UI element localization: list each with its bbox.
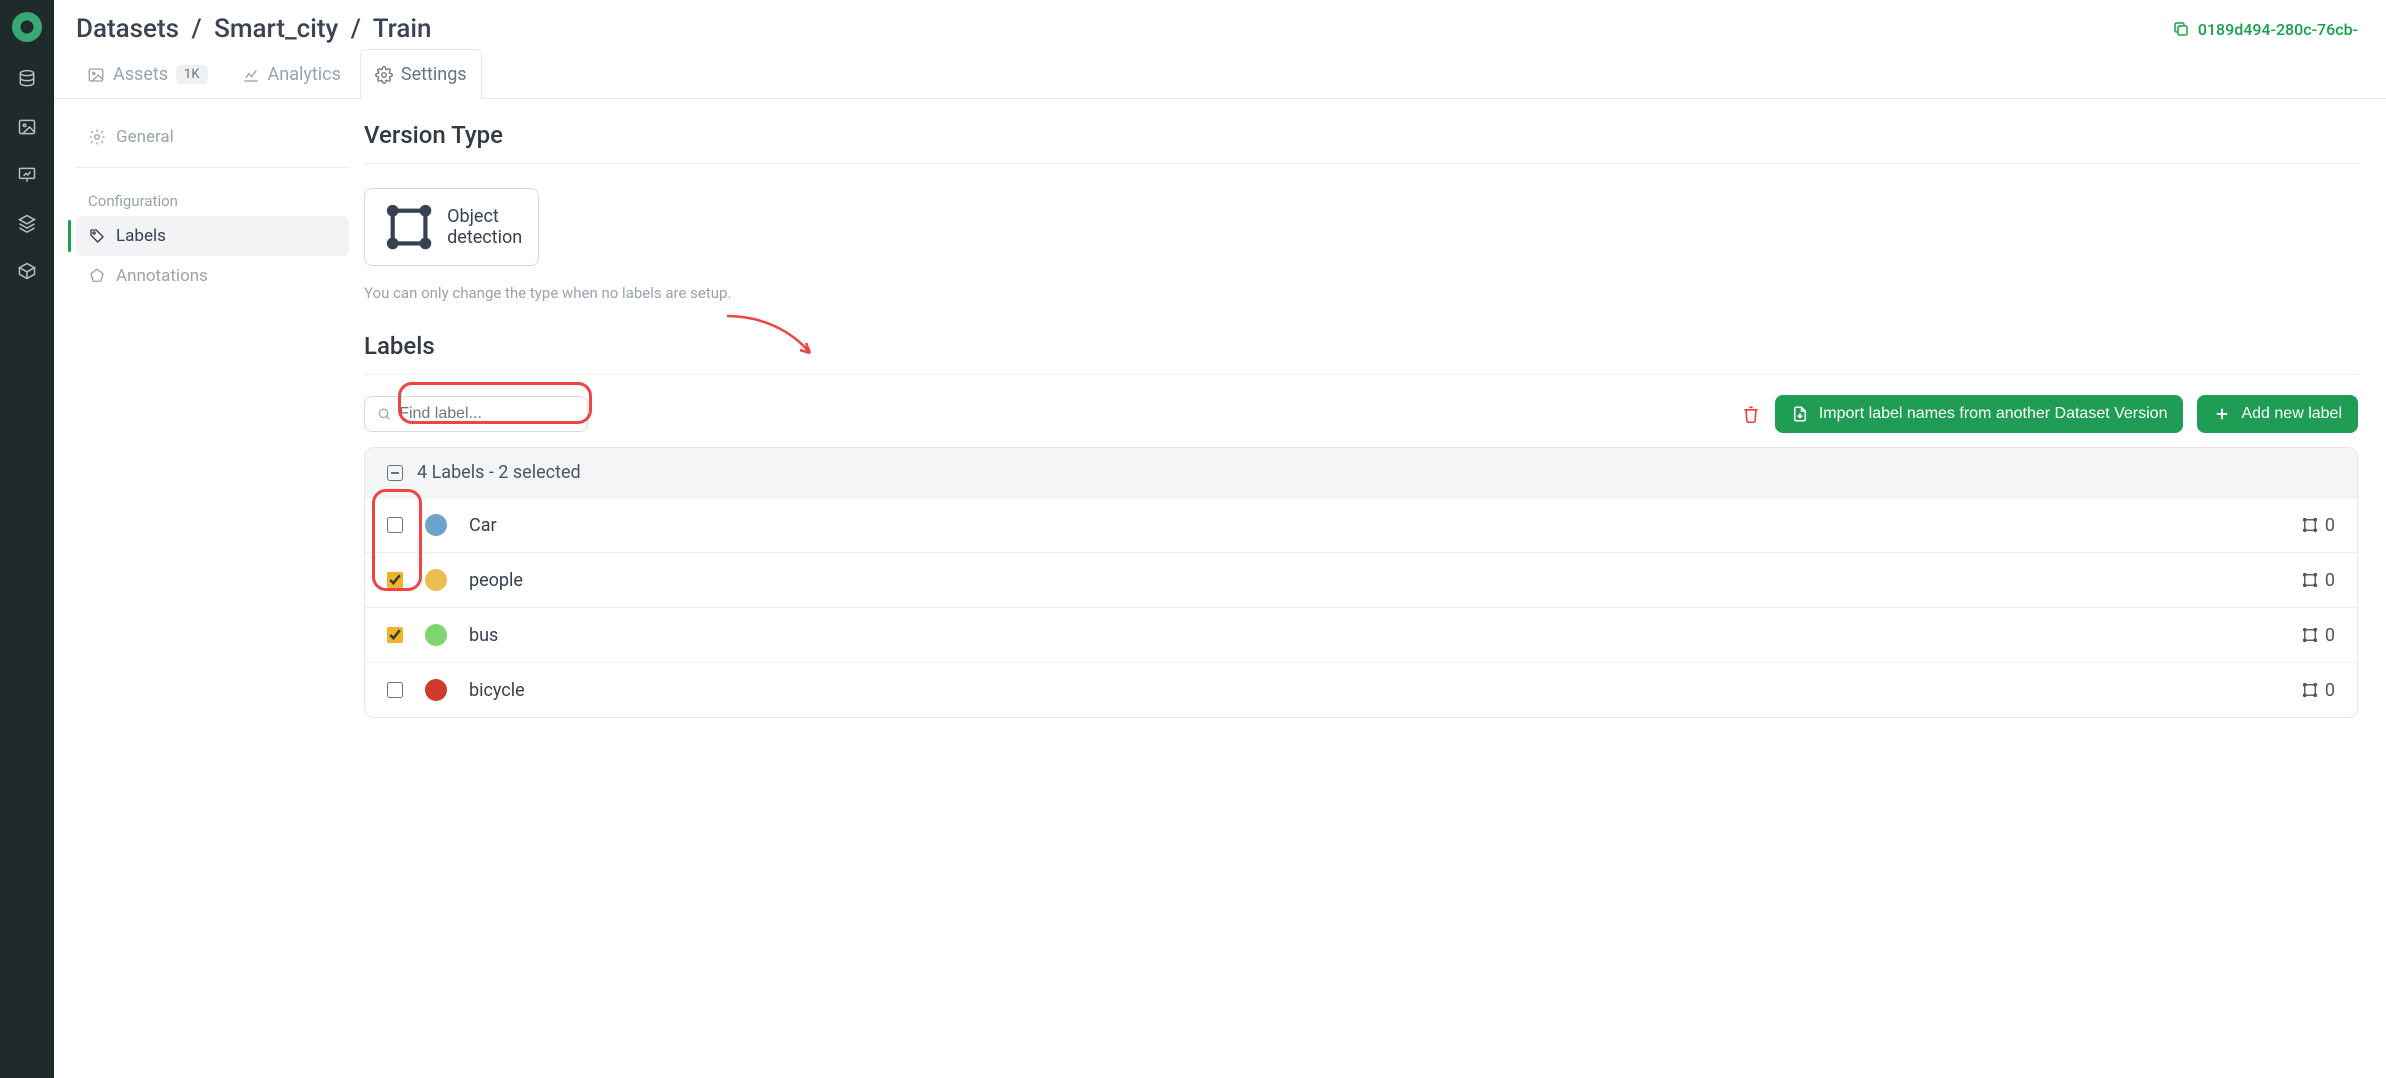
table-row[interactable]: bus 0 (365, 607, 2357, 662)
tab-settings[interactable]: Settings (360, 49, 482, 99)
chart-line-icon (242, 66, 260, 84)
tab-analytics[interactable]: Analytics (227, 49, 356, 99)
label-name: Car (469, 515, 497, 536)
menu-general[interactable]: General (76, 117, 349, 157)
search-input[interactable] (399, 405, 575, 423)
copy-icon (2172, 20, 2190, 38)
package-icon[interactable] (16, 260, 38, 282)
label-name: bus (469, 625, 498, 646)
table-header: 4 Labels - 2 selected (365, 448, 2357, 497)
table-row[interactable]: people 0 (365, 552, 2357, 607)
bounding-box-icon (2301, 571, 2319, 589)
label-count: 0 (2301, 680, 2335, 701)
plus-icon (2213, 405, 2231, 423)
table-row[interactable]: bicycle 0 (365, 662, 2357, 717)
settings-panel: Version Type Object detection You can on… (364, 99, 2386, 1078)
label-count: 0 (2301, 515, 2335, 536)
tag-icon (88, 227, 106, 245)
bounding-box-icon (2301, 626, 2319, 644)
version-id-text: 0189d494-280c-76cb- (2198, 20, 2358, 39)
import-labels-button[interactable]: Import label names from another Dataset … (1775, 395, 2184, 433)
tab-assets[interactable]: Assets 1K (72, 49, 223, 99)
color-swatch (425, 624, 447, 646)
color-swatch (425, 514, 447, 536)
version-type-pill[interactable]: Object detection (364, 188, 539, 266)
label-name: people (469, 570, 523, 591)
bounding-box-icon (2301, 516, 2319, 534)
table-row[interactable]: Car 0 (365, 497, 2357, 552)
row-checkbox[interactable] (387, 627, 403, 643)
row-checkbox[interactable] (387, 517, 403, 533)
image-icon (87, 66, 105, 84)
bounding-box-icon (381, 199, 437, 255)
table-summary: 4 Labels - 2 selected (417, 462, 581, 483)
color-swatch (425, 569, 447, 591)
layers-icon[interactable] (16, 212, 38, 234)
settings-side-menu: General Configuration Labels Annotations (54, 99, 364, 1078)
label-count: 0 (2301, 570, 2335, 591)
breadcrumb-project[interactable]: Smart_city (214, 14, 338, 44)
assets-count-badge: 1K (176, 65, 207, 84)
bounding-box-icon (2301, 681, 2319, 699)
color-swatch (425, 679, 447, 701)
label-name: bicycle (469, 680, 525, 701)
row-checkbox[interactable] (387, 572, 403, 588)
file-import-icon (1791, 405, 1809, 423)
breadcrumb-root[interactable]: Datasets (76, 14, 179, 44)
breadcrumb: Datasets / Smart_city / Train (76, 14, 432, 44)
version-id[interactable]: 0189d494-280c-76cb- (2172, 20, 2358, 39)
pentagon-icon (88, 267, 106, 285)
breadcrumb-version[interactable]: Train (373, 14, 432, 44)
gear-icon (88, 128, 106, 146)
version-type-heading: Version Type (364, 121, 2358, 164)
row-checkbox[interactable] (387, 682, 403, 698)
select-all-checkbox[interactable] (387, 465, 403, 481)
trash-icon (1741, 404, 1761, 424)
add-label-button[interactable]: Add new label (2197, 395, 2358, 433)
left-rail (0, 0, 54, 1078)
database-icon[interactable] (16, 68, 38, 90)
menu-labels[interactable]: Labels (76, 216, 349, 256)
search-input-wrap[interactable] (364, 396, 588, 432)
labels-table: 4 Labels - 2 selected Car 0 people 0 bus… (364, 447, 2358, 718)
image-icon[interactable] (16, 116, 38, 138)
gear-icon (375, 66, 393, 84)
search-icon (377, 406, 391, 422)
config-section-label: Configuration (76, 178, 349, 216)
menu-annotations[interactable]: Annotations (76, 256, 349, 296)
delete-selected-button[interactable] (1741, 404, 1761, 424)
label-count: 0 (2301, 625, 2335, 646)
tabs: Assets 1K Analytics Settings (54, 48, 2386, 99)
version-type-hint: You can only change the type when no lab… (364, 284, 2386, 302)
labels-heading: Labels (364, 332, 2358, 375)
presentation-icon[interactable] (16, 164, 38, 186)
app-logo-icon[interactable] (12, 12, 42, 42)
